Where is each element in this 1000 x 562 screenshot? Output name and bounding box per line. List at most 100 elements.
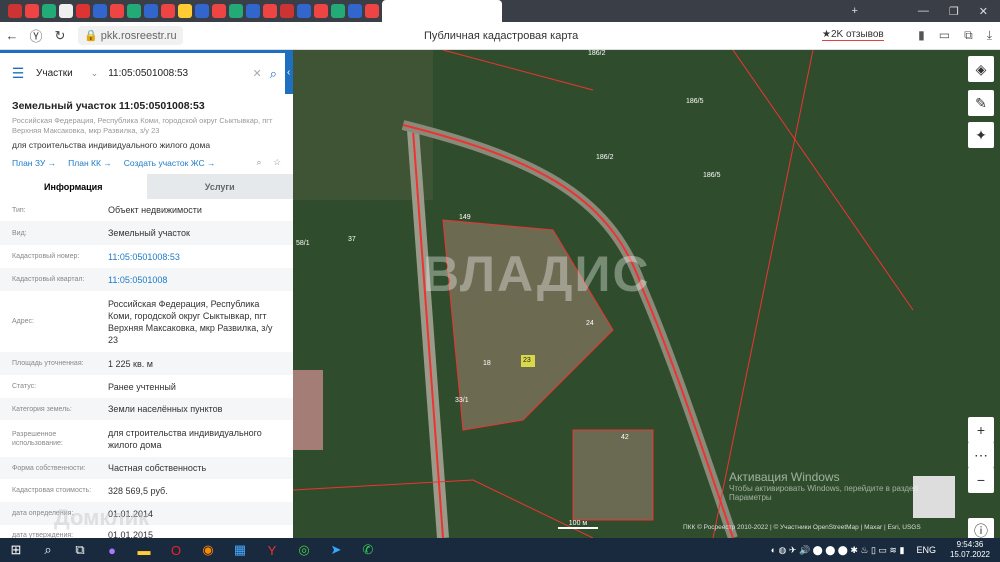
tab-favicon[interactable] xyxy=(211,4,226,18)
page-title: Публичная кадастровая карта xyxy=(424,30,579,42)
collapse-panel-icon[interactable]: ‹ xyxy=(287,67,290,78)
info-label: дата утверждения: xyxy=(12,531,74,539)
map-label: 186/2 xyxy=(596,154,614,161)
info-label: Вид: xyxy=(12,229,27,237)
create-parcel-link[interactable]: Создать участок ЖС → xyxy=(124,158,216,168)
whatsapp-icon[interactable]: ✆ xyxy=(352,542,384,558)
info-value: 328 569,5 руб. xyxy=(108,485,168,496)
info-row: Кадастровый квартал: 11:05:0501008 xyxy=(0,268,293,291)
telegram-icon[interactable]: ➤ xyxy=(320,542,352,558)
reload-icon[interactable]: ↻ xyxy=(48,28,72,44)
reviews-link[interactable]: ★2K отзывов xyxy=(822,29,884,41)
tab-favicon[interactable] xyxy=(75,4,90,18)
tab-favicon[interactable] xyxy=(160,4,175,18)
info-row: Кадастровая стоимость: 328 569,5 руб. xyxy=(0,479,293,502)
plan-kk-link[interactable]: План КК → xyxy=(68,158,112,168)
info-label: Тип: xyxy=(12,206,26,214)
bookmark-icon[interactable]: ▮ xyxy=(918,28,925,43)
tab-favicon[interactable] xyxy=(143,4,158,18)
tab-favicon[interactable] xyxy=(194,4,209,18)
info-value: Российская Федерация, Республика Коми, г… xyxy=(108,298,273,345)
category-select[interactable]: Участки xyxy=(36,68,73,79)
crosshair-icon: ✦ xyxy=(975,126,987,143)
info-value: Земельный участок xyxy=(108,228,190,238)
info-button[interactable]: ⓘ xyxy=(968,518,994,538)
close-window-button[interactable]: ✕ xyxy=(979,5,988,18)
layers-button[interactable]: ◈ xyxy=(968,56,994,82)
attribution[interactable]: ПКК © Росреестр 2010-2022 | © Участники … xyxy=(683,524,921,531)
tab-favicon[interactable] xyxy=(279,4,294,18)
zoom-in-button[interactable]: + xyxy=(968,417,994,443)
parcel-use: для строительства индивидуального жилого… xyxy=(12,140,211,150)
start-icon[interactable]: ⊞ xyxy=(0,542,32,558)
info-row: Форма собственности: Частная собственност… xyxy=(0,457,293,479)
store-icon[interactable]: ▦ xyxy=(224,542,256,558)
minimize-button[interactable]: — xyxy=(918,5,929,17)
search-doc-icon[interactable]: ⌕ xyxy=(257,157,262,168)
yandex-browser-icon[interactable]: Y xyxy=(256,543,288,558)
chrome-icon[interactable]: ◎ xyxy=(288,542,320,558)
zoom-out-button[interactable]: − xyxy=(968,467,994,493)
extensions-icon[interactable]: ⧉ xyxy=(964,28,973,43)
info-label: Кадастровая стоимость: xyxy=(12,487,92,494)
tab-favicon[interactable] xyxy=(177,4,192,18)
star-icon[interactable]: ☆ xyxy=(273,157,281,168)
back-icon[interactable]: ← xyxy=(0,28,24,43)
tab-favicon[interactable] xyxy=(296,4,311,18)
selected-parcel-label[interactable]: 23 xyxy=(523,357,531,364)
opera-icon[interactable]: O xyxy=(160,543,192,558)
tab-favicon[interactable] xyxy=(126,4,141,18)
url-field[interactable]: 🔒 pkk.rosreestr.ru xyxy=(78,26,183,45)
tray-icons[interactable]: ◐ ◍ ✈ 🔊 ⬤ ⬤ ⬤ ✱ ♨ ▯ ▭ ≋ ▮ xyxy=(771,545,905,556)
clock-date: 15.07.2022 xyxy=(949,550,990,559)
info-value[interactable]: 11:05:0501008:53 xyxy=(108,251,281,263)
task-view-icon[interactable]: ⧉ xyxy=(64,542,96,558)
tab-favicon[interactable] xyxy=(24,4,39,18)
tab-favicon[interactable] xyxy=(7,4,22,18)
maximize-button[interactable]: ❐ xyxy=(949,5,959,18)
chevron-down-icon[interactable]: ⌄ xyxy=(91,68,99,79)
search-icon[interactable]: ⌕ xyxy=(270,66,277,82)
info-value: Объект недвижимости xyxy=(108,205,202,215)
search-bar: ☰ Участки ⌄ 11:05:0501008:53 ✕ ⌕ ‹ xyxy=(0,50,293,94)
tab-favicon[interactable] xyxy=(330,4,345,18)
alice-icon[interactable]: ● xyxy=(96,543,128,558)
map-view[interactable]: 186/2 186/5 186/2 186/5 58/1 37 149 33/1… xyxy=(293,50,1000,538)
domclick-watermark: Домклик xyxy=(54,505,150,530)
plan-zu-link[interactable]: План ЗУ → xyxy=(12,158,56,168)
locate-button[interactable]: ✦ xyxy=(968,122,994,148)
tab-favicon[interactable] xyxy=(228,4,243,18)
tab-info[interactable]: Информация xyxy=(0,174,147,199)
browser-tab-strip[interactable]: + — ❐ ✕ xyxy=(0,0,1000,22)
active-tab[interactable] xyxy=(381,0,502,22)
tab-favicon[interactable] xyxy=(92,4,107,18)
clock[interactable]: 9:54:36 15.07.2022 xyxy=(950,540,990,560)
language-indicator[interactable]: ENG xyxy=(916,545,936,555)
clear-icon[interactable]: ✕ xyxy=(253,67,262,80)
firefox-icon[interactable]: ◉ xyxy=(192,542,224,558)
ruler-button[interactable]: ✎ xyxy=(968,90,994,116)
map-label: 58/1 xyxy=(296,240,310,247)
zoom-more-button[interactable]: ⋯ xyxy=(968,442,994,468)
tab-favicon[interactable] xyxy=(109,4,124,18)
tab-favicon[interactable] xyxy=(245,4,260,18)
info-value[interactable]: 11:05:0501008 xyxy=(108,274,281,286)
minimap[interactable] xyxy=(913,476,955,518)
info-value: 1 225 кв. м xyxy=(108,358,153,369)
search-icon[interactable]: ⌕ xyxy=(32,542,64,558)
new-tab-button[interactable]: + xyxy=(851,5,857,17)
tab-favicon[interactable] xyxy=(41,4,56,18)
info-row: Вид: Земельный участок xyxy=(0,221,293,245)
search-input[interactable]: 11:05:0501008:53 xyxy=(108,68,188,79)
explorer-icon[interactable]: ▬ xyxy=(128,543,160,558)
tab-favicon[interactable] xyxy=(347,4,362,18)
download-icon[interactable]: ⤓ xyxy=(987,28,992,43)
yandex-icon[interactable]: Ⓨ xyxy=(24,26,48,45)
menu-icon[interactable]: ☰ xyxy=(0,65,36,82)
battery-saver-icon[interactable]: ▭ xyxy=(939,28,950,43)
tab-services[interactable]: Услуги xyxy=(146,174,293,199)
tab-favicon[interactable] xyxy=(262,4,277,18)
tab-favicon[interactable] xyxy=(364,4,379,18)
tab-favicon[interactable] xyxy=(58,4,73,18)
tab-favicon[interactable] xyxy=(313,4,328,18)
